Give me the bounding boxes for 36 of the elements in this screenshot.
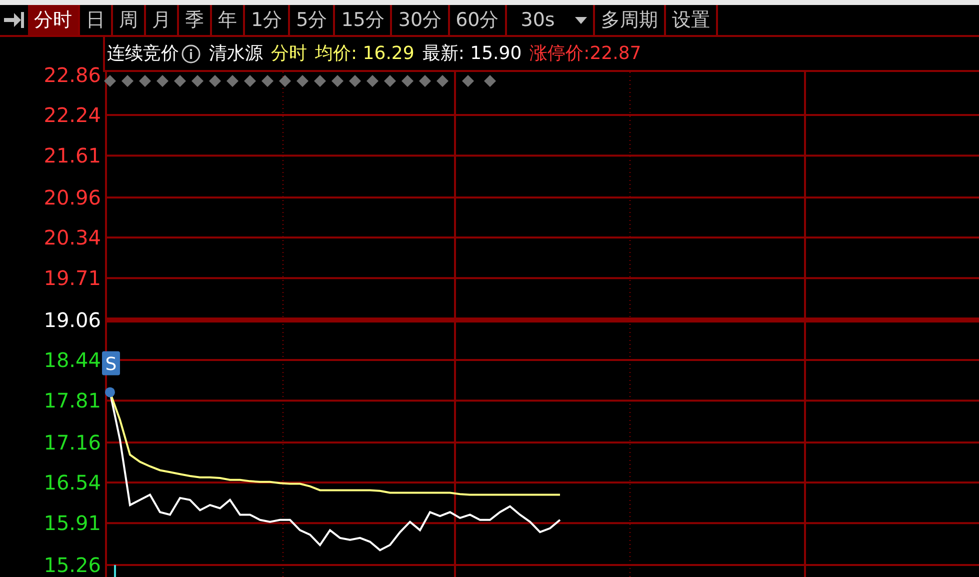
period-tab[interactable]: 60分 — [450, 5, 505, 35]
price-axis-label: 22.24 — [44, 102, 101, 127]
price-axis-label: 19.71 — [44, 266, 101, 290]
info-icon[interactable] — [181, 44, 201, 64]
info-text: 最新: 15.90 — [422, 42, 522, 66]
price-axis-label: 17.81 — [44, 388, 101, 413]
toolbar-button[interactable]: 设置 — [666, 5, 718, 35]
signal-badge: S — [102, 351, 120, 376]
period-tab[interactable]: 30s — [506, 5, 569, 35]
info-text: 清水源 — [209, 42, 263, 66]
price-axis-label: 15.26 — [44, 553, 101, 577]
price-axis-label: 17.16 — [44, 430, 101, 454]
period-tab[interactable]: 季 — [179, 5, 210, 35]
price-axis-label: 18.44 — [44, 348, 101, 372]
price-axis-label: 19.06 — [44, 308, 101, 332]
toolbar-button[interactable]: 多周期 — [594, 5, 666, 35]
price-axis-label: 16.54 — [44, 470, 101, 494]
price-axis-label: 21.61 — [44, 144, 101, 168]
period-tab[interactable]: 分时 — [28, 5, 78, 35]
price-axis-label: 20.96 — [44, 186, 101, 210]
period-tab[interactable]: 30分 — [392, 5, 448, 35]
trading-status: 连续竞价 — [107, 42, 179, 66]
period-tab[interactable]: 5分 — [290, 5, 334, 35]
period-tab[interactable]: 月 — [146, 5, 177, 35]
price-axis-label: 22.86 — [44, 63, 101, 87]
price-axis-label: 20.34 — [44, 225, 101, 250]
signal-dot — [105, 387, 115, 398]
period-tab[interactable]: 15分 — [335, 5, 390, 35]
info-text: 均价: 16.29 — [315, 42, 414, 66]
period-tab[interactable]: 周 — [113, 5, 144, 35]
period-tab[interactable]: 1分 — [245, 5, 288, 35]
info-text: 分时 — [271, 42, 307, 66]
period-tab[interactable]: 年 — [212, 5, 243, 35]
price-axis-label: 15.91 — [44, 511, 101, 536]
info-text: 涨停价:22.87 — [530, 42, 642, 66]
period-tab[interactable]: 日 — [80, 5, 111, 35]
